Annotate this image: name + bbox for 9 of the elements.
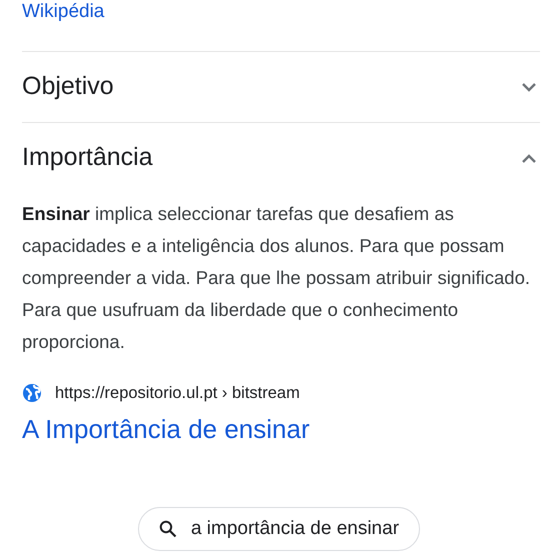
source-link[interactable]: Wikipédia xyxy=(22,0,104,24)
search-icon xyxy=(158,520,177,538)
result-title-link[interactable]: A Importância de ensinar xyxy=(22,412,310,446)
section-header[interactable]: Importância xyxy=(22,123,540,193)
section-header[interactable]: Objetivo xyxy=(22,52,540,122)
result-url: https://repositorio.ul.pt › bitstream xyxy=(55,383,300,404)
globe-icon xyxy=(22,383,42,404)
answer-paragraph: Ensinar implica seleccionar tarefas que desafiem as capacidades e a inteligência dos alunos. Para que possam compreender a vida. Para que lhe possam atribuir significado. Para que usufruam da liberdade que o conhecimento proporciona. xyxy=(22,202,532,354)
related-search-chip[interactable]: a importância de ensinar xyxy=(138,506,420,551)
